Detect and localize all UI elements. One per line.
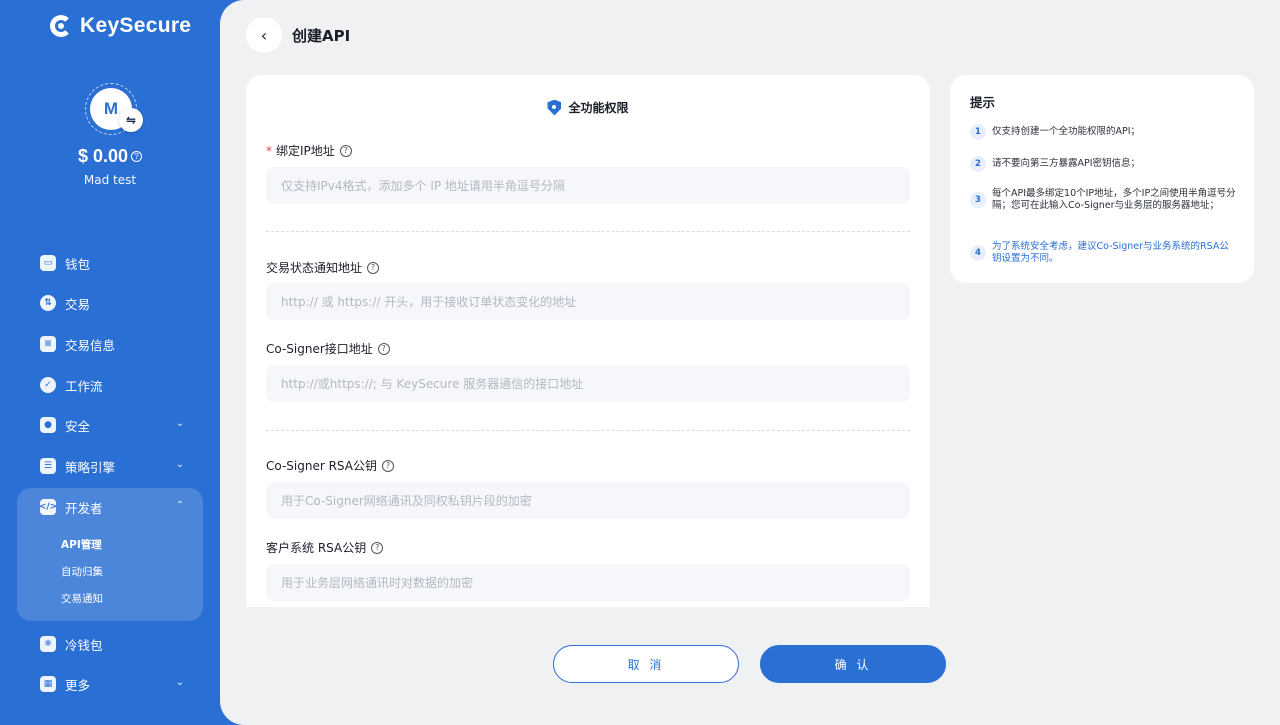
cosigner-url-label-text: Co-Signer接口地址: [266, 342, 373, 356]
sidebar-item-wallet[interactable]: ▭ 钱包: [40, 253, 190, 273]
sidebar: KeySecure M ⇋ $ 0.00? Mad test ▭ 钱包 ⇅ 交易…: [0, 0, 232, 725]
tips-title: 提示: [970, 95, 996, 110]
shield-icon: ●: [40, 417, 56, 433]
sidebar-subitem-trade-notify[interactable]: 交易通知: [61, 591, 103, 606]
tip-number: 2: [970, 156, 986, 172]
cancel-button[interactable]: 取 消: [553, 645, 739, 683]
tip-text: 每个API最多绑定10个IP地址，多个IP之间使用半角逗号分隔；您可在此输入Co…: [992, 188, 1236, 211]
sidebar-item-developer[interactable]: </> 开发者 ⌃: [39, 497, 190, 517]
sidebar-item-label: 交易: [65, 296, 91, 312]
permission-title: 全功能权限: [246, 99, 930, 116]
help-icon[interactable]: ?: [367, 261, 380, 274]
cosigner-rsa-input[interactable]: [266, 482, 910, 519]
sidebar-item-workflow[interactable]: ✓ 工作流: [40, 375, 190, 395]
sidebar-subitem-api-management[interactable]: API管理: [61, 537, 102, 552]
client-rsa-input[interactable]: [266, 564, 910, 601]
client-rsa-label: 客户系统 RSA公钥 ?: [266, 539, 384, 556]
ip-label: * 绑定IP地址 ?: [266, 142, 352, 159]
sidebar-item-trade-info[interactable]: ≡ 交易信息: [40, 334, 190, 354]
wallet-icon: ▭: [40, 255, 56, 271]
sidebar-item-label: 开发者: [65, 500, 103, 516]
chevron-left-icon: ‹: [260, 25, 268, 45]
tip-number: 1: [970, 124, 986, 140]
back-button[interactable]: ‹: [246, 17, 282, 53]
notify-url-input[interactable]: [266, 283, 910, 320]
help-icon[interactable]: ?: [371, 541, 384, 554]
switch-account-icon[interactable]: ⇋: [119, 108, 143, 132]
account-name: Mad test: [83, 173, 137, 187]
sidebar-item-security[interactable]: ● 安全 ⌄: [40, 415, 190, 435]
tips-panel: 提示 1 仅支持创建一个全功能权限的API； 2 请不要向第三方暴露API密钥信…: [950, 75, 1254, 283]
chevron-down-icon: ⌄: [175, 459, 184, 470]
sidebar-item-cold-wallet[interactable]: ❄ 冷钱包: [40, 634, 190, 654]
ip-address-input[interactable]: [266, 167, 910, 204]
chevron-down-icon: ⌄: [175, 418, 184, 429]
keysecure-logo-icon: [50, 15, 72, 37]
cosigner-url-label: Co-Signer接口地址 ?: [266, 340, 390, 357]
sidebar-item-label: 工作流: [65, 378, 103, 394]
divider: [266, 231, 910, 232]
help-icon[interactable]: ?: [339, 144, 352, 157]
sidebar-item-label: 更多: [65, 677, 91, 693]
tip-number: 3: [970, 192, 986, 208]
tip-text: 仅支持创建一个全功能权限的API；: [992, 126, 1141, 137]
cosigner-rsa-label-text: Co-Signer RSA公钥: [266, 459, 377, 473]
tip-number: 4: [970, 245, 986, 261]
notify-url-label: 交易状态通知地址 ?: [266, 259, 380, 276]
main-content: ‹ 创建API 全功能权限 * 绑定IP地址 ? 交易状态通知地址 ? Co-S…: [220, 0, 1280, 725]
policy-icon: ☰: [40, 458, 56, 474]
notify-url-label-text: 交易状态通知地址: [266, 261, 363, 275]
code-icon: </>: [39, 499, 57, 515]
help-icon[interactable]: ?: [377, 342, 390, 355]
brand-name: KeySecure: [80, 14, 192, 37]
permission-label: 全功能权限: [568, 101, 629, 115]
exchange-icon: ⇅: [40, 295, 56, 311]
document-icon: ≡: [40, 336, 56, 352]
tip-item: 1 仅支持创建一个全功能权限的API；: [970, 124, 1236, 140]
sidebar-item-label: 冷钱包: [65, 637, 103, 653]
tip-text: 为了系统安全考虑，建议Co-Signer与业务系统的RSA公钥设置为不同。: [992, 241, 1229, 264]
chevron-down-icon: ⌄: [175, 677, 184, 688]
cosigner-rsa-label: Co-Signer RSA公钥 ?: [266, 457, 394, 474]
sidebar-item-policy[interactable]: ☰ 策略引擎 ⌄: [40, 456, 190, 476]
balance-value: $ 0.00: [77, 146, 129, 166]
tip-text: 请不要向第三方暴露API密钥信息；: [992, 158, 1141, 169]
tip-item: 4 为了系统安全考虑，建议Co-Signer与业务系统的RSA公钥设置为不同。: [970, 241, 1236, 265]
sidebar-item-label: 安全: [65, 418, 91, 434]
client-rsa-label-text: 客户系统 RSA公钥: [266, 541, 367, 555]
brand-logo[interactable]: KeySecure: [50, 14, 191, 38]
divider: [266, 430, 910, 431]
account-balance: $ 0.00?: [0, 146, 220, 167]
check-circle-icon: ✓: [40, 377, 56, 393]
sidebar-item-label: 钱包: [65, 256, 91, 272]
tip-item: 2 请不要向第三方暴露API密钥信息；: [970, 156, 1236, 172]
create-api-form: 全功能权限 * 绑定IP地址 ? 交易状态通知地址 ? Co-Signer接口地…: [246, 75, 930, 607]
shield-icon: [547, 99, 562, 116]
sidebar-item-label: 策略引擎: [65, 459, 116, 475]
page-title: 创建API: [292, 27, 351, 45]
grid-icon: ▦: [40, 676, 56, 692]
sidebar-item-more[interactable]: ▦ 更多 ⌄: [40, 674, 190, 694]
sidebar-item-trade[interactable]: ⇅ 交易: [40, 293, 190, 313]
ip-label-text: 绑定IP地址: [276, 144, 335, 158]
cosigner-url-input[interactable]: [266, 365, 910, 402]
required-mark: *: [266, 143, 272, 158]
help-icon[interactable]: ?: [131, 151, 143, 162]
tip-item: 3 每个API最多绑定10个IP地址，多个IP之间使用半角逗号分隔；您可在此输入…: [970, 188, 1236, 212]
chevron-up-icon: ⌃: [175, 500, 184, 511]
sidebar-subitem-auto-collect[interactable]: 自动归集: [61, 564, 103, 579]
confirm-button[interactable]: 确 认: [760, 645, 946, 683]
sidebar-item-label: 交易信息: [65, 337, 116, 353]
help-icon[interactable]: ?: [381, 459, 394, 472]
cold-wallet-icon: ❄: [40, 636, 56, 652]
